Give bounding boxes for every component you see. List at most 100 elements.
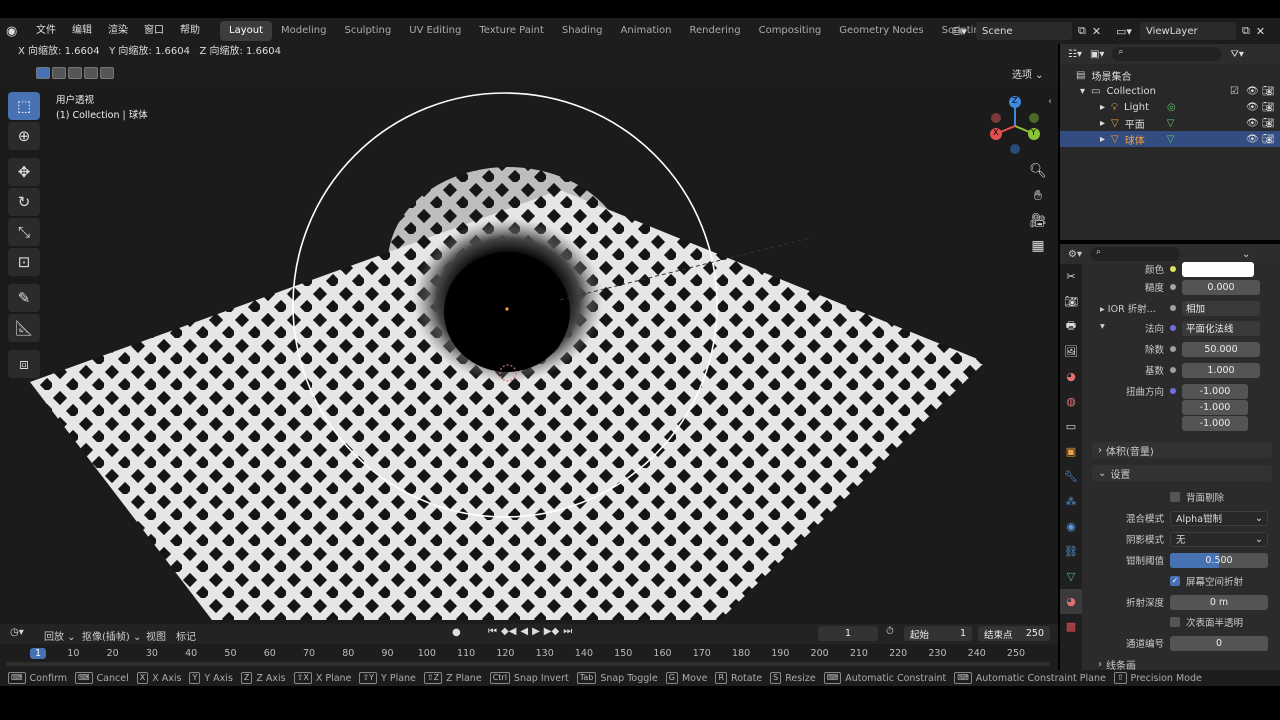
outliner-scene-collection[interactable]: ▤ 场景集合: [1060, 67, 1280, 83]
pan-hand-icon[interactable]: ✋︎: [1027, 185, 1049, 207]
new-viewlayer-icon[interactable]: ⧉: [1242, 24, 1250, 38]
view-layer-tab-icon[interactable]: 🖼︎: [1060, 339, 1082, 364]
add-cube-tool-icon[interactable]: ⧈: [8, 350, 40, 378]
volume-panel-header[interactable]: › 体积(音量): [1092, 442, 1272, 458]
data-tab-icon[interactable]: ▽: [1060, 564, 1082, 589]
timeline-ruler[interactable]: 1 10 20 30 40 50 60 70 80 90 100 110 120 130 140 150 160…: [0, 644, 1058, 670]
menu-render[interactable]: 渲染: [100, 18, 136, 44]
options-dropdown[interactable]: 选项 ⌄: [1012, 66, 1044, 81]
menu-file[interactable]: 文件: [28, 18, 64, 44]
rotate-tool-icon[interactable]: ↻: [8, 188, 40, 216]
normal-field[interactable]: 平面化法线: [1182, 320, 1260, 336]
prev-keyframe-icon[interactable]: ◆◀: [501, 626, 516, 637]
subsurface-checkbox[interactable]: [1170, 617, 1180, 627]
current-frame-marker[interactable]: 1: [29, 648, 47, 659]
constraints-tab-icon[interactable]: ⛓: [1060, 539, 1082, 564]
distort-y-field[interactable]: -1.000: [1182, 399, 1248, 415]
properties-options-icon[interactable]: ⌄: [1242, 249, 1250, 260]
ior-label[interactable]: ▸ IOR 折射...: [1082, 301, 1170, 315]
zoom-icon[interactable]: 🔍︎: [1027, 160, 1049, 182]
navigation-gizmo[interactable]: Z Y X: [986, 94, 1044, 156]
tab-texture-paint[interactable]: Texture Paint: [470, 21, 553, 41]
outliner-editor-icon[interactable]: ☷▾: [1068, 49, 1082, 60]
mesh-data-icon[interactable]: ▽: [1167, 134, 1175, 145]
blender-logo-icon[interactable]: ◉: [6, 24, 28, 39]
scene-tab-icon[interactable]: ◕: [1060, 364, 1082, 389]
texture-tab-icon[interactable]: ▩: [1060, 614, 1082, 639]
scale-tool-icon[interactable]: ⤡: [8, 218, 40, 246]
object-tab-icon[interactable]: ▣: [1060, 439, 1082, 464]
annotate-tool-icon[interactable]: ✎: [8, 284, 40, 312]
black-sphere[interactable]: [444, 252, 570, 372]
menu-window[interactable]: 窗口: [136, 18, 172, 44]
divisor-field[interactable]: 50.000: [1182, 341, 1260, 357]
new-scene-icon[interactable]: ⧉: [1078, 24, 1086, 38]
line-art-panel-header[interactable]: › 线条画: [1092, 658, 1272, 671]
render-camera-icon[interactable]: 📷︎: [1262, 102, 1275, 113]
render-tab-icon[interactable]: 📷︎: [1060, 289, 1082, 314]
ssr-checkbox[interactable]: ✓: [1170, 576, 1180, 586]
backface-checkbox[interactable]: [1170, 492, 1180, 502]
select-new-icon[interactable]: [36, 67, 50, 79]
ortho-grid-icon[interactable]: ▦: [1027, 235, 1049, 257]
visibility-eye-icon[interactable]: 👁︎: [1246, 102, 1259, 113]
transform-tool-icon[interactable]: ⊡: [8, 248, 40, 276]
timeline-scrollbar[interactable]: [6, 662, 1050, 666]
viewlayer-name-field[interactable]: ViewLayer: [1140, 22, 1236, 40]
pass-index-field[interactable]: 0: [1170, 635, 1268, 651]
menu-help[interactable]: 帮助: [172, 18, 208, 44]
3d-viewport[interactable]: 用户透视 (1) Collection | 球体 Z Y X 🔍︎ ✋︎ 🎥︎ …: [0, 86, 1058, 624]
expand-arrow-icon[interactable]: ▸: [1100, 134, 1105, 145]
timeline-editor-icon[interactable]: ◷▾: [10, 627, 24, 638]
outliner-display-mode-icon[interactable]: ▣▾: [1090, 49, 1104, 60]
ior-field[interactable]: 相加: [1182, 300, 1260, 316]
select-subtract-icon[interactable]: [68, 67, 82, 79]
collection-tab-icon[interactable]: ▭: [1060, 414, 1082, 439]
outliner-item-sphere[interactable]: ▸ ▽ 球体 ▽ 👁︎ 📷︎: [1060, 131, 1280, 147]
tab-layout[interactable]: Layout: [220, 21, 272, 41]
preview-range-icon[interactable]: ⏱: [886, 626, 894, 637]
distort-x-field[interactable]: -1.000: [1182, 383, 1248, 399]
outliner-item-plane[interactable]: ▸ ▽ 平面 ▽ 👁︎ 📷︎: [1060, 115, 1280, 131]
tab-rendering[interactable]: Rendering: [681, 21, 750, 41]
expand-arrow-icon[interactable]: ▸: [1100, 118, 1105, 129]
material-tab-icon[interactable]: ◕: [1060, 589, 1082, 614]
scene-icon[interactable]: ⛁▾: [952, 25, 976, 38]
outliner-item-light[interactable]: ▸ 💡︎ Light ◎ 👁︎ 📷︎: [1060, 99, 1280, 115]
refraction-depth-field[interactable]: 0 m: [1170, 594, 1268, 610]
view-menu[interactable]: 视图: [146, 628, 166, 643]
visibility-eye-icon[interactable]: 👁︎: [1246, 118, 1259, 129]
close-viewlayer-icon[interactable]: ✕: [1256, 25, 1265, 38]
particles-tab-icon[interactable]: ⁂: [1060, 489, 1082, 514]
light-data-icon[interactable]: ◎: [1167, 102, 1176, 113]
roughness-field[interactable]: 0.000: [1182, 279, 1260, 295]
world-tab-icon[interactable]: ◍: [1060, 389, 1082, 414]
properties-editor-icon[interactable]: ⚙▾: [1068, 249, 1082, 260]
menu-edit[interactable]: 编辑: [64, 18, 100, 44]
select-invert-icon[interactable]: [84, 67, 98, 79]
render-camera-icon[interactable]: 📷︎: [1262, 118, 1275, 129]
move-tool-icon[interactable]: ✥: [8, 158, 40, 186]
select-extend-icon[interactable]: [52, 67, 66, 79]
filter-icon[interactable]: ⛛▾: [1230, 49, 1243, 60]
sidebar-toggle-icon[interactable]: ‹: [1048, 96, 1052, 107]
start-frame-field[interactable]: 起始 1: [904, 626, 972, 641]
render-camera-icon[interactable]: 📷︎: [1262, 134, 1275, 145]
render-camera-icon[interactable]: 📷︎: [1262, 86, 1275, 97]
tab-sculpting[interactable]: Sculpting: [336, 21, 401, 41]
tab-geometry-nodes[interactable]: Geometry Nodes: [830, 21, 932, 41]
tab-uv-editing[interactable]: UV Editing: [400, 21, 470, 41]
measure-tool-icon[interactable]: 📐︎: [8, 314, 40, 342]
scene-name-field[interactable]: Scene: [976, 22, 1072, 40]
tab-shading[interactable]: Shading: [553, 21, 612, 41]
normal-label[interactable]: ▾ 法向: [1082, 321, 1170, 335]
keying-menu[interactable]: 抠像(插帧) ⌄: [82, 628, 141, 643]
select-intersect-icon[interactable]: [100, 67, 114, 79]
playback-menu[interactable]: 回放 ⌄: [44, 628, 76, 643]
play-reverse-icon[interactable]: ◀: [520, 626, 528, 637]
base-field[interactable]: 1.000: [1182, 362, 1260, 378]
close-scene-icon[interactable]: ✕: [1092, 25, 1101, 38]
properties-search-input[interactable]: ⌕: [1089, 247, 1180, 261]
viewlayer-icon[interactable]: ▭▾: [1116, 25, 1140, 38]
expand-arrow-icon[interactable]: ▾: [1080, 86, 1085, 97]
